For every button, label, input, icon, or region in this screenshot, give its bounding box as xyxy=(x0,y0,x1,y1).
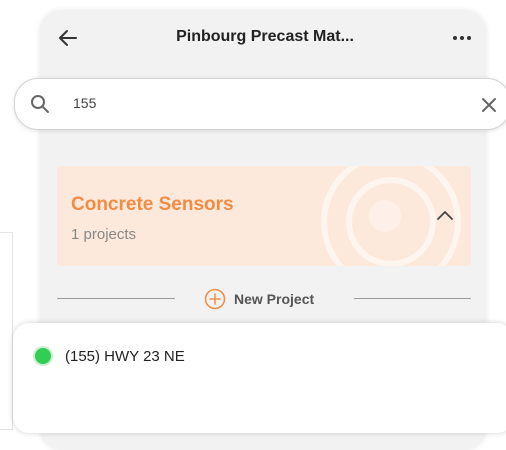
top-bar: Pinbourg Precast Mat... xyxy=(40,10,486,66)
search-icon xyxy=(31,95,49,113)
project-result-card[interactable]: (155) HWY 23 NE xyxy=(13,323,506,433)
back-button[interactable] xyxy=(54,24,82,52)
close-icon xyxy=(482,98,496,112)
search-bar[interactable]: 155 xyxy=(14,78,506,130)
group-title: Concrete Sensors xyxy=(71,194,234,215)
divider-left xyxy=(57,298,175,299)
arrow-left-icon xyxy=(59,30,77,46)
search-input[interactable]: 155 xyxy=(73,95,96,111)
background-panel xyxy=(0,232,13,430)
status-indicator xyxy=(35,348,51,364)
decorative-ring xyxy=(369,200,401,232)
clear-search-button[interactable] xyxy=(477,93,501,117)
more-horizontal-icon xyxy=(453,36,471,40)
divider-right xyxy=(354,298,471,299)
group-project-count: 1 projects xyxy=(71,226,137,243)
new-project-label: New Project xyxy=(234,291,315,307)
page-title: Pinbourg Precast Mat... xyxy=(176,28,354,45)
new-project-button[interactable]: New Project xyxy=(204,287,314,311)
more-options-button[interactable] xyxy=(448,24,476,52)
project-name: (155) HWY 23 NE xyxy=(65,348,185,365)
project-group-card[interactable]: Concrete Sensors 1 projects xyxy=(57,166,471,266)
chevron-up-icon[interactable] xyxy=(433,204,457,228)
plus-circle-icon xyxy=(204,288,226,310)
